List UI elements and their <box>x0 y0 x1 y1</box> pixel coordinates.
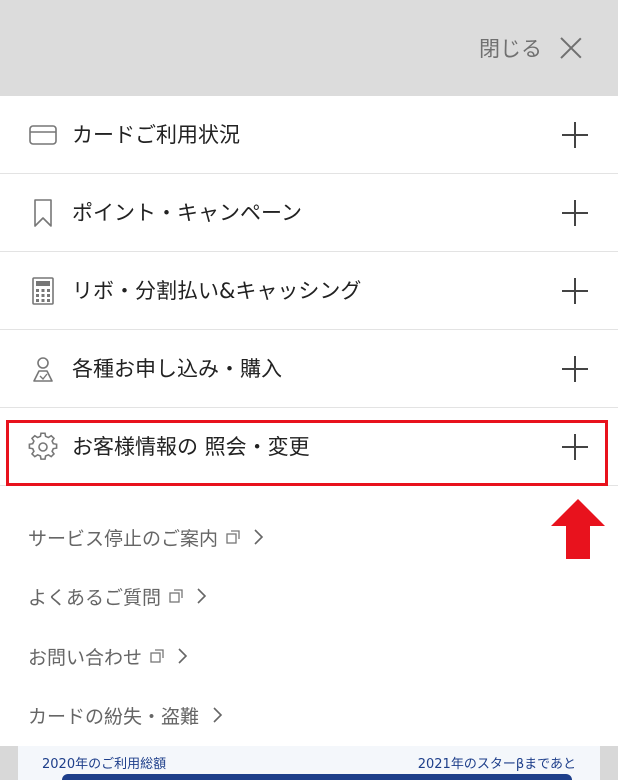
menu-item-label: カードご利用状況 <box>72 123 240 147</box>
up-arrow-icon <box>551 499 605 559</box>
usage-summary-card: 2020年のご利用総額 2021年のスターβまであと <box>18 746 600 780</box>
chevron-right-icon <box>254 529 264 545</box>
chevron-right-icon <box>178 648 188 664</box>
menu-item-points-campaign[interactable]: ポイント・キャンペーン <box>0 174 618 252</box>
link-contact[interactable]: お問い合わせ <box>28 641 188 671</box>
menu-item-label: お客様情報の 照会・変更 <box>72 435 310 459</box>
menu-item-label: 各種お申し込み・購入 <box>72 357 282 381</box>
chevron-right-icon <box>213 707 223 723</box>
bookmark-icon <box>34 199 52 227</box>
person-icon <box>33 357 53 382</box>
star-beta-remaining-label: 2021年のスターβまであと <box>417 757 576 772</box>
menu-item-label: リボ・分割払い&キャッシング <box>72 279 362 303</box>
calculator-icon <box>32 277 54 305</box>
expand-icon[interactable] <box>562 122 588 148</box>
external-link-icon <box>226 530 240 544</box>
link-label: よくあるご質問 <box>28 586 162 609</box>
credit-card-icon <box>29 125 57 145</box>
menu-item-applications-purchase[interactable]: 各種お申し込み・購入 <box>0 330 618 408</box>
expand-icon[interactable] <box>562 434 588 460</box>
close-button[interactable]: 閉じる <box>479 30 582 66</box>
link-label: サービス停止のご案内 <box>28 527 219 550</box>
external-link-icon <box>150 649 164 663</box>
close-icon <box>560 37 582 59</box>
menu-item-label: ポイント・キャンペーン <box>72 201 302 225</box>
background-page-strip: 2020年のご利用総額 2021年のスターβまであと <box>0 746 618 780</box>
expand-icon[interactable] <box>562 278 588 304</box>
expand-icon[interactable] <box>562 356 588 382</box>
menu-header: 閉じる <box>0 0 618 96</box>
link-service-suspension[interactable]: サービス停止のご案内 <box>28 522 264 552</box>
link-faq[interactable]: よくあるご質問 <box>28 581 207 611</box>
expand-icon[interactable] <box>562 200 588 226</box>
summary-bar <box>62 774 572 780</box>
menu-item-card-usage[interactable]: カードご利用状況 <box>0 96 618 174</box>
external-link-icon <box>169 589 183 603</box>
gear-icon <box>28 432 58 460</box>
main-menu: カードご利用状況 ポイント・キャンペーン リボ・分割払い&キャッシング 各種お申… <box>0 96 618 486</box>
menu-item-customer-info[interactable]: お客様情報の 照会・変更 <box>0 408 618 486</box>
close-label: 閉じる <box>479 37 542 61</box>
chevron-right-icon <box>197 588 207 604</box>
usage-total-label: 2020年のご利用総額 <box>42 757 167 772</box>
link-label: お問い合わせ <box>28 646 143 669</box>
link-label: カードの紛失・盗難 <box>28 705 200 728</box>
link-lost-stolen-card[interactable]: カードの紛失・盗難 <box>28 700 223 730</box>
menu-item-revolving-cashing[interactable]: リボ・分割払い&キャッシング <box>0 252 618 330</box>
